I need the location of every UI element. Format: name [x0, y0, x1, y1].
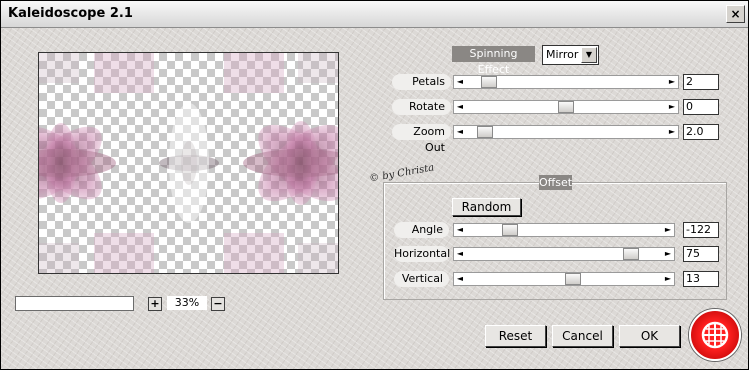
spinning-effect-value: Mirror: [546, 48, 579, 61]
vertical-slider-thumb[interactable]: [565, 273, 581, 285]
network-globe-icon: [701, 321, 729, 349]
cancel-button[interactable]: Cancel: [552, 325, 613, 347]
zoom-out-button[interactable]: −: [211, 297, 225, 311]
rotate-label: Rotate: [392, 99, 451, 115]
window-title: Kaleidoscope 2.1: [8, 6, 133, 21]
arrow-left-icon[interactable]: ◄: [454, 224, 466, 236]
zoom-out-slider-thumb[interactable]: [477, 126, 493, 138]
arrow-left-icon[interactable]: ◄: [454, 126, 466, 138]
arrow-left-icon[interactable]: ◄: [454, 101, 466, 113]
arrow-right-icon[interactable]: ►: [662, 224, 674, 236]
filter-logo[interactable]: [689, 309, 741, 361]
horizontal-label: Horizontal: [394, 246, 451, 262]
horizontal-value-field[interactable]: 75: [683, 246, 719, 262]
petals-value-field[interactable]: 2: [683, 74, 719, 90]
angle-slider-thumb[interactable]: [502, 224, 518, 236]
arrow-left-icon[interactable]: ◄: [454, 76, 466, 88]
arrow-left-icon[interactable]: ◄: [454, 248, 466, 260]
title-bar[interactable]: Kaleidoscope 2.1 ×: [1, 1, 748, 28]
horizontal-slider[interactable]: ◄ ►: [453, 247, 675, 261]
zoom-out-slider[interactable]: ◄ ►: [453, 125, 679, 139]
arrow-right-icon[interactable]: ►: [666, 101, 678, 113]
rotate-slider-thumb[interactable]: [558, 101, 574, 113]
zoom-out-label: Zoom Out: [392, 124, 451, 154]
zoom-slider-track[interactable]: [15, 296, 134, 311]
dialog-client-area: + 33% − Spinning Effect Mirror ▼ Petals ◄…: [1, 28, 748, 369]
arrow-right-icon[interactable]: ►: [662, 248, 674, 260]
spinning-effect-label: Spinning Effect: [452, 46, 535, 76]
petals-label: Petals: [392, 74, 451, 90]
vertical-slider[interactable]: ◄ ►: [453, 272, 675, 286]
spinning-effect-select[interactable]: Mirror ▼: [542, 45, 599, 65]
close-button[interactable]: ×: [726, 5, 745, 23]
zoom-level: 33%: [167, 296, 207, 310]
reset-button[interactable]: Reset: [485, 325, 546, 347]
chevron-down-icon[interactable]: ▼: [581, 47, 597, 63]
random-button[interactable]: Random: [452, 198, 521, 216]
rotate-slider[interactable]: ◄ ►: [453, 100, 679, 114]
offset-group-title: Offset: [539, 175, 573, 190]
arrow-right-icon[interactable]: ►: [662, 273, 674, 285]
arrow-left-icon[interactable]: ◄: [454, 273, 466, 285]
petals-slider-thumb[interactable]: [481, 76, 497, 88]
horizontal-slider-thumb[interactable]: [623, 248, 639, 260]
arrow-right-icon[interactable]: ►: [666, 76, 678, 88]
preview-image[interactable]: [38, 52, 339, 274]
petals-slider[interactable]: ◄ ►: [453, 75, 679, 89]
kaleidoscope-preview-art: [39, 53, 338, 273]
angle-slider[interactable]: ◄ ►: [453, 223, 675, 237]
ok-button[interactable]: OK: [619, 325, 680, 347]
angle-value-field[interactable]: -122: [683, 222, 719, 238]
arrow-right-icon[interactable]: ►: [666, 126, 678, 138]
vertical-value-field[interactable]: 13: [683, 271, 719, 287]
kaleidoscope-dialog: Kaleidoscope 2.1 × + 33% − Spinning Effe…: [0, 0, 749, 370]
rotate-value-field[interactable]: 0: [683, 99, 719, 115]
zoom-out-value-field[interactable]: 2.0: [683, 124, 719, 140]
vertical-label: Vertical: [394, 271, 449, 287]
zoom-in-button[interactable]: +: [148, 297, 162, 311]
angle-label: Angle: [394, 222, 449, 238]
